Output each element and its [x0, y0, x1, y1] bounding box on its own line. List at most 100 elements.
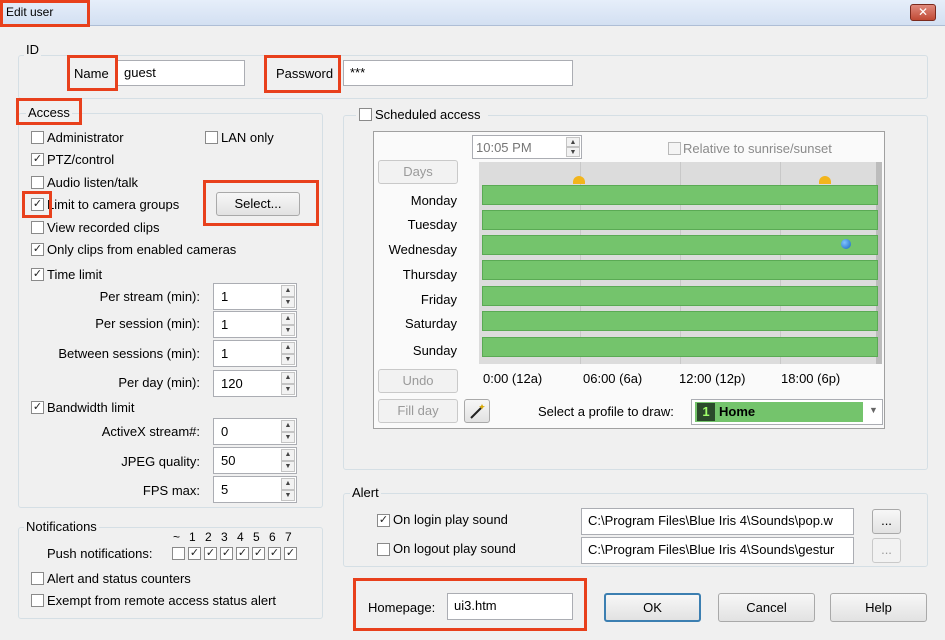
view-clips-checkbox[interactable]	[31, 221, 44, 234]
schedule-bar-wednesday[interactable]	[482, 235, 878, 255]
days-button-label: Days	[403, 164, 433, 179]
push-day-checkbox[interactable]: ✓	[220, 547, 233, 560]
profile-value: Home	[719, 404, 756, 419]
schedule-bar-monday[interactable]	[482, 185, 878, 205]
login-sound-browse-button[interactable]: ...	[872, 509, 901, 534]
title-bar: Edit user ✕	[0, 0, 945, 26]
limit-groups-label: Limit to camera groups	[47, 197, 180, 212]
push-day-checkbox[interactable]: ✓	[268, 547, 281, 560]
day-label-thursday: Thursday	[402, 267, 457, 282]
per-day-label: Per day (min):	[118, 375, 200, 390]
fps-max-value: 5	[221, 482, 229, 497]
profile-select[interactable]: 1 Home ▼	[691, 399, 883, 425]
administrator-checkbox[interactable]	[31, 131, 44, 144]
spin-up-icon[interactable]: ▲	[281, 420, 295, 432]
schedule-bar-saturday[interactable]	[482, 311, 878, 331]
view-clips-label: View recorded clips	[47, 220, 160, 235]
logout-sound-browse-button[interactable]: ...	[872, 538, 901, 563]
tick-label-0: 0:00 (12a)	[483, 371, 543, 386]
cancel-button-label: Cancel	[746, 600, 787, 615]
homepage-label: Homepage:	[368, 600, 436, 615]
schedule-bar-tuesday[interactable]	[482, 210, 878, 230]
spin-down-icon[interactable]: ▼	[566, 147, 580, 157]
spin-up-icon[interactable]: ▲	[281, 449, 295, 461]
homepage-input[interactable]: ui3.htm	[447, 593, 573, 620]
per-day-value: 120	[221, 376, 243, 391]
push-day-checkbox[interactable]	[172, 547, 185, 560]
relative-sunrise-checkbox[interactable]	[668, 142, 681, 155]
login-sound-path-input[interactable]: C:\Program Files\Blue Iris 4\Sounds\pop.…	[581, 508, 854, 535]
spin-up-icon[interactable]: ▲	[281, 313, 295, 325]
help-button[interactable]: Help	[830, 593, 927, 622]
spin-up-icon[interactable]: ▲	[281, 342, 295, 354]
alert-counters-checkbox[interactable]	[31, 572, 44, 585]
password-input[interactable]: ***	[343, 60, 573, 86]
scheduled-access-checkbox[interactable]	[359, 108, 372, 121]
activex-value: 0	[221, 424, 229, 439]
push-day-label: 7	[285, 530, 292, 544]
audio-checkbox[interactable]	[31, 176, 44, 189]
limit-groups-checkbox[interactable]: ✓	[31, 198, 44, 211]
spin-up-icon[interactable]: ▲	[281, 372, 295, 384]
exempt-checkbox[interactable]	[31, 594, 44, 607]
jpeg-quality-value: 50	[221, 453, 236, 468]
spin-down-icon[interactable]: ▼	[281, 489, 295, 501]
time-limit-checkbox[interactable]: ✓	[31, 268, 44, 281]
fps-max-spinner[interactable]: 5 ▲ ▼	[213, 476, 297, 503]
days-button[interactable]: Days	[378, 160, 458, 184]
spin-down-icon[interactable]: ▼	[281, 460, 295, 472]
spin-down-icon[interactable]: ▼	[281, 296, 295, 308]
close-button[interactable]: ✕	[910, 4, 936, 21]
per-session-spinner[interactable]: 1 ▲ ▼	[213, 311, 297, 338]
magic-wand-button[interactable]	[464, 399, 490, 423]
fill-day-button-label: Fill day	[397, 403, 439, 418]
spin-down-icon[interactable]: ▼	[281, 324, 295, 336]
spin-down-icon[interactable]: ▼	[281, 431, 295, 443]
per-stream-spinner[interactable]: 1 ▲ ▼	[213, 283, 297, 310]
access-group-label: Access	[26, 105, 72, 120]
only-clips-checkbox[interactable]: ✓	[31, 243, 44, 256]
undo-button[interactable]: Undo	[378, 369, 458, 393]
push-day-checkbox[interactable]: ✓	[188, 547, 201, 560]
lan-only-checkbox[interactable]	[205, 131, 218, 144]
spin-down-icon[interactable]: ▼	[281, 383, 295, 395]
push-day-checkbox[interactable]: ✓	[236, 547, 249, 560]
profile-icon-char: 1	[702, 404, 710, 419]
spin-up-icon[interactable]: ▲	[281, 285, 295, 297]
jpeg-quality-spinner[interactable]: 50 ▲ ▼	[213, 447, 297, 474]
ok-button[interactable]: OK	[604, 593, 701, 622]
name-input[interactable]: guest	[117, 60, 245, 86]
spin-down-icon[interactable]: ▼	[281, 353, 295, 365]
login-sound-checkbox[interactable]: ✓	[377, 514, 390, 527]
push-day-label: 5	[253, 530, 260, 544]
push-day-checkbox[interactable]: ✓	[252, 547, 265, 560]
activex-spinner[interactable]: 0 ▲ ▼	[213, 418, 297, 445]
select-groups-button[interactable]: Select...	[216, 192, 300, 216]
day-label-friday: Friday	[420, 292, 457, 307]
push-day-checkbox[interactable]: ✓	[284, 547, 297, 560]
schedule-bar-sunday[interactable]	[482, 337, 878, 357]
spin-up-icon[interactable]: ▲	[566, 137, 580, 147]
logout-sound-path-input[interactable]: C:\Program Files\Blue Iris 4\Sounds\gest…	[581, 537, 854, 564]
schedule-bar-friday[interactable]	[482, 286, 878, 306]
per-session-value: 1	[221, 317, 229, 332]
ptz-control-checkbox[interactable]: ✓	[31, 153, 44, 166]
only-clips-label: Only clips from enabled cameras	[47, 242, 237, 257]
spin-up-icon[interactable]: ▲	[281, 478, 295, 490]
help-button-label: Help	[865, 600, 892, 615]
time-spinner[interactable]: 10:05 PM ▲ ▼	[472, 135, 582, 159]
password-value: ***	[350, 65, 366, 80]
name-value: guest	[124, 65, 156, 80]
between-sessions-spinner[interactable]: 1 ▲ ▼	[213, 340, 297, 367]
push-day-checkbox[interactable]: ✓	[204, 547, 217, 560]
bandwidth-limit-checkbox[interactable]: ✓	[31, 401, 44, 414]
cancel-button[interactable]: Cancel	[718, 593, 815, 622]
per-day-spinner[interactable]: 120 ▲ ▼	[213, 370, 297, 397]
lan-only-label: LAN only	[221, 130, 274, 145]
push-day-label: 4	[237, 530, 244, 544]
schedule-bar-thursday[interactable]	[482, 260, 878, 280]
name-label: Name	[74, 66, 109, 81]
activex-label: ActiveX stream#:	[101, 424, 200, 439]
fill-day-button[interactable]: Fill day	[378, 399, 458, 423]
logout-sound-checkbox[interactable]	[377, 543, 390, 556]
